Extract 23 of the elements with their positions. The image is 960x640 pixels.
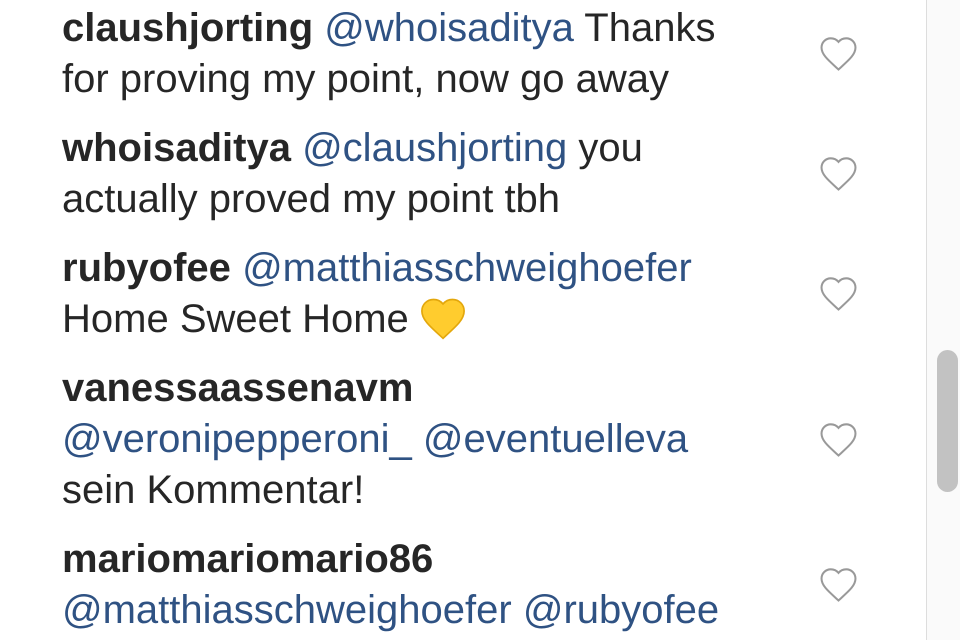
- mention-link[interactable]: @claushjorting: [302, 126, 568, 170]
- username-link[interactable]: mariomariomario86: [62, 537, 434, 581]
- mention-link[interactable]: @whoisaditya: [324, 6, 574, 50]
- heart-emoji-icon: [420, 298, 466, 340]
- heart-icon[interactable]: [820, 422, 857, 456]
- mention-link[interactable]: @rubyofee: [522, 588, 720, 632]
- comment-text: claushjorting @whoisaditya Thanks for proving my point, now go away: [62, 5, 716, 103]
- heart-icon[interactable]: [820, 277, 857, 311]
- mention-link[interactable]: @veronipepperoni_: [62, 417, 412, 461]
- scrollbar-thumb[interactable]: [937, 350, 958, 492]
- username-link[interactable]: claushjorting: [62, 6, 314, 50]
- username-link[interactable]: rubyofee: [62, 246, 231, 290]
- mention-link[interactable]: @matthiasschweighoefer: [62, 588, 512, 632]
- heart-icon[interactable]: [820, 37, 857, 71]
- mention-link[interactable]: @matthiasschweighoefer: [242, 246, 692, 290]
- heart-icon[interactable]: [820, 568, 857, 602]
- comment-text: whoisaditya @claushjorting you actually proved my point tbh: [62, 125, 644, 223]
- mention-link[interactable]: @eventuelleva: [422, 417, 688, 461]
- heart-icon[interactable]: [820, 157, 857, 191]
- comment-text: vanessaassenavm @veronipepperoni_ @eventuelleva sein Kommentar!: [62, 365, 690, 514]
- username-link[interactable]: vanessaassenavm: [62, 366, 414, 410]
- comment-text: rubyofee @matthiasschweighoefer Home Sweet Home: [62, 245, 693, 343]
- username-link[interactable]: whoisaditya: [62, 126, 291, 170]
